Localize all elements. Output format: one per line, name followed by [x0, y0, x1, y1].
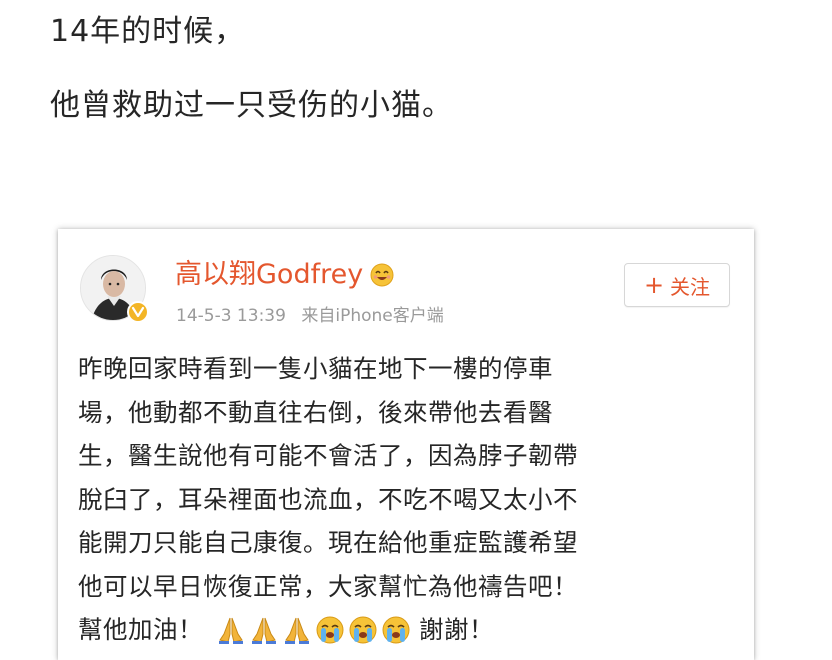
- post-source: 来自iPhone客户端: [301, 306, 444, 326]
- avatar[interactable]: [80, 255, 149, 323]
- user-name-link[interactable]: 高以翔Godfrey: [175, 259, 363, 291]
- post-body-last-line: 幫他加油！ 謝謝！: [78, 608, 738, 652]
- post-body-line: 他可以早日恢復正常，大家幫忙為他禱告吧！: [78, 571, 578, 601]
- user-name-row: 高以翔Godfrey: [175, 259, 395, 291]
- praying-hands-icon: [281, 614, 313, 646]
- verified-badge-icon: [127, 301, 149, 323]
- post-body-line: 能開刀只能自己康復。現在給他重症監護希望: [78, 528, 578, 557]
- smiling-face-emoji-icon: [369, 262, 395, 288]
- praying-hands-icon: [248, 614, 280, 646]
- follow-label: 关注: [670, 274, 711, 299]
- weibo-post-card: 高以翔Godfrey 14-5-3 13:39 来自iPhone客户端 + 关注: [58, 229, 754, 660]
- page: 14年的时候， 他曾救助过一只受伤的小猫。 高以翔Godfrey 14-5-3 …: [0, 0, 832, 660]
- post-timestamp: 14-5-3 13:39: [176, 306, 286, 326]
- post-body-line: 生，醫生說他有可能不會活了，因為脖子韌帶: [78, 441, 578, 470]
- post-body: 昨晚回家時看到一隻小貓在地下一樓的停車 場，他動都不動直往右倒，後來帶他去看醫 …: [78, 347, 738, 652]
- post-body-line: 昨晚回家時看到一隻小貓在地下一樓的停車: [78, 354, 553, 383]
- article-text-line-1: 14年的时候，: [50, 14, 246, 49]
- post-meta: 14-5-3 13:39 来自iPhone客户端: [176, 301, 454, 326]
- article-text-line-2: 他曾救助过一只受伤的小猫。: [50, 88, 453, 123]
- post-body-text: 幫他加油！: [78, 615, 203, 644]
- crying-face-icon: [347, 614, 379, 646]
- praying-hands-icon: [215, 614, 247, 646]
- post-body-text-end: 謝謝！: [419, 615, 494, 644]
- follow-button[interactable]: + 关注: [624, 263, 730, 307]
- crying-face-icon: [314, 614, 346, 646]
- plus-icon: +: [643, 271, 665, 299]
- crying-face-icon: [380, 614, 412, 646]
- post-body-line: 脫臼了，耳朵裡面也流血，不吃不喝又太小不: [78, 484, 578, 514]
- post-body-line: 場，他動都不動直往右倒，後來帶他去看醫: [78, 397, 553, 427]
